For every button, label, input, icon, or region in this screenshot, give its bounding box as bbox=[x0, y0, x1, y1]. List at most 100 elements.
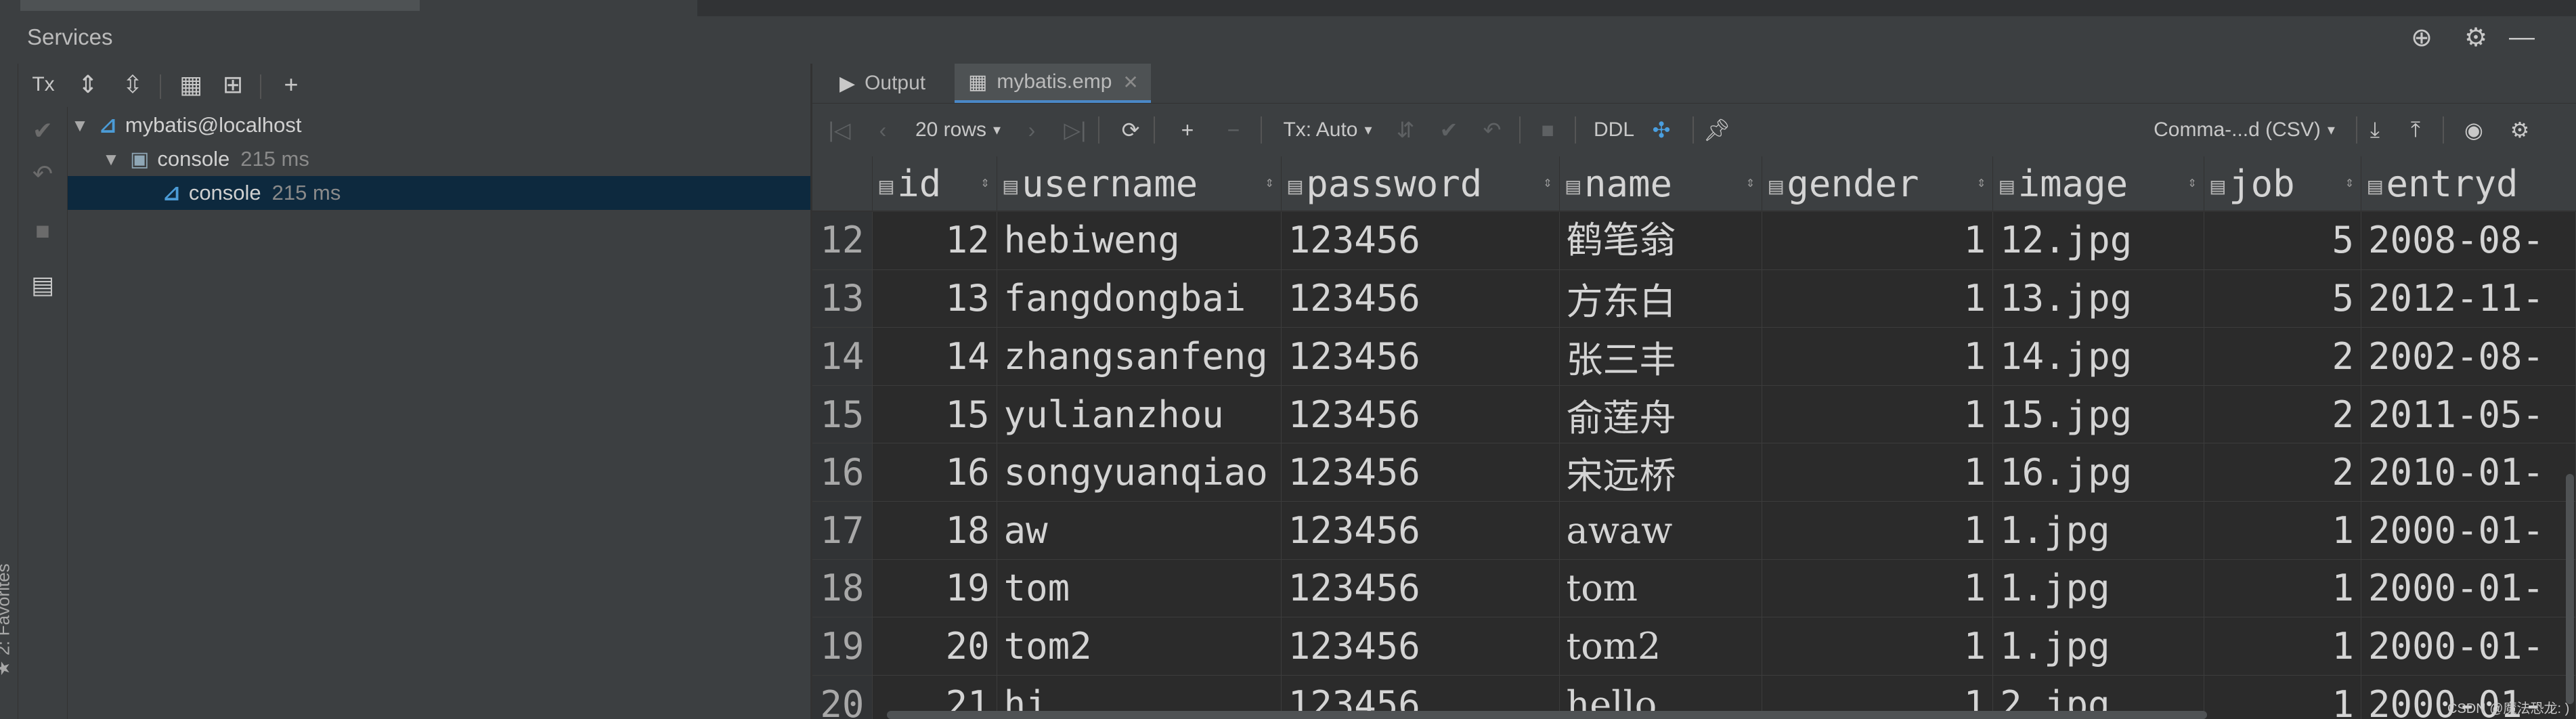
cell-id[interactable]: 16 bbox=[872, 443, 997, 502]
cell-gender[interactable]: 1 bbox=[1762, 443, 1994, 502]
add-icon[interactable]: + bbox=[274, 68, 309, 102]
cell-job[interactable]: 5 bbox=[2204, 211, 2361, 270]
cell-entrydate[interactable]: 2000-01- bbox=[2361, 617, 2576, 676]
tx-button[interactable]: Tx bbox=[26, 68, 61, 102]
sort-icon[interactable]: ⇕ bbox=[1543, 174, 1552, 191]
view-icon[interactable]: ◉ bbox=[2459, 108, 2489, 152]
cell-entrydate[interactable]: 2008-08- bbox=[2361, 211, 2576, 270]
crosshair-icon[interactable]: ⊕ bbox=[2405, 20, 2439, 54]
group-by-icon[interactable]: ▦ bbox=[173, 68, 209, 102]
cell-gender[interactable]: 1 bbox=[1762, 559, 1994, 618]
rows-select[interactable]: 20 rows ▾ bbox=[907, 108, 1009, 152]
minimize-icon[interactable]: — bbox=[2505, 20, 2539, 54]
import-icon[interactable]: ⤒ bbox=[2401, 108, 2430, 152]
cell-image[interactable]: 1.jpg bbox=[1992, 501, 2204, 560]
cell-name[interactable]: 俞莲舟 bbox=[1559, 385, 1762, 444]
cell-job[interactable]: 2 bbox=[2204, 443, 2361, 502]
layout-icon[interactable]: ▤ bbox=[26, 268, 60, 302]
tree-item-console-group[interactable]: ▼ ▣ console 215 ms bbox=[68, 142, 810, 176]
tx-mode-select[interactable]: Tx: Auto ▾ bbox=[1277, 108, 1378, 152]
table-row[interactable]: 13 13 fangdongbai 123456 方东白 1 13.jpg 5 2012-11- bbox=[812, 269, 2576, 328]
cell-username[interactable]: tom2 bbox=[997, 617, 1282, 676]
sort-icon[interactable]: ⇕ bbox=[1977, 174, 1986, 191]
delete-row-icon[interactable]: − bbox=[1219, 108, 1248, 152]
cell-name[interactable]: 方东白 bbox=[1559, 269, 1762, 328]
submit-changes-icon[interactable]: ⇵ bbox=[1391, 108, 1420, 152]
cell-id[interactable]: 12 bbox=[872, 211, 997, 270]
sort-icon[interactable]: ⇕ bbox=[2187, 174, 2196, 191]
cell-image[interactable]: 16.jpg bbox=[1992, 443, 2204, 502]
cell-gender[interactable]: 1 bbox=[1762, 385, 1994, 444]
cell-gender[interactable]: 1 bbox=[1762, 211, 1994, 270]
tab-output[interactable]: ▶ Output bbox=[826, 64, 941, 103]
column-header-name[interactable]: ▤ name ⇕ bbox=[1559, 156, 1762, 212]
cell-password[interactable]: 123456 bbox=[1281, 385, 1560, 444]
column-header-id[interactable]: ▤ id ⇕ bbox=[872, 156, 997, 212]
table-row[interactable]: 19 20 tom2 123456 tom2 1 1.jpg 1 2000-01- bbox=[812, 617, 2576, 676]
cell-id[interactable]: 18 bbox=[872, 501, 997, 560]
cell-id[interactable]: 15 bbox=[872, 385, 997, 444]
cell-name[interactable]: 宋远桥 bbox=[1559, 443, 1762, 502]
cell-name[interactable]: 张三丰 bbox=[1559, 327, 1762, 386]
cell-username[interactable]: aw bbox=[997, 501, 1282, 560]
table-row[interactable]: 14 14 zhangsanfeng 123456 张三丰 1 14.jpg 2 2002-08… bbox=[812, 327, 2576, 386]
close-icon[interactable]: ✕ bbox=[1122, 71, 1138, 93]
gear-icon[interactable]: ⚙ bbox=[2459, 20, 2493, 54]
cell-entrydate[interactable]: 2010-01- bbox=[2361, 443, 2576, 502]
table-row[interactable]: 18 19 tom 123456 tom 1 1.jpg 1 2000-01- bbox=[812, 559, 2576, 618]
cell-name[interactable]: tom2 bbox=[1559, 617, 1762, 676]
cell-username[interactable]: yulianzhou bbox=[997, 385, 1282, 444]
cell-id[interactable]: 19 bbox=[872, 559, 997, 618]
table-row[interactable]: 12 12 hebiweng 123456 鹤笔翁 1 12.jpg 5 2008-08- bbox=[812, 211, 2576, 270]
table-row[interactable]: 16 16 songyuanqiao 123456 宋远桥 1 16.jpg 2 2010-01… bbox=[812, 443, 2576, 502]
cell-name[interactable]: awaw bbox=[1559, 501, 1762, 560]
column-header-password[interactable]: ▤ password ⇕ bbox=[1281, 156, 1560, 212]
cell-id[interactable]: 20 bbox=[872, 617, 997, 676]
cell-password[interactable]: 123456 bbox=[1281, 269, 1560, 328]
cell-username[interactable]: hebiweng bbox=[997, 211, 1282, 270]
cell-password[interactable]: 123456 bbox=[1281, 559, 1560, 618]
stop-icon[interactable]: ■ bbox=[1533, 108, 1563, 152]
sort-icon[interactable]: ⇕ bbox=[1265, 174, 1274, 191]
tree-item-datasource[interactable]: ▼ ⊿ mybatis@localhost bbox=[68, 108, 810, 142]
last-page-icon[interactable]: ▷| bbox=[1060, 108, 1090, 152]
sort-icon[interactable]: ⇕ bbox=[1746, 174, 1755, 191]
favorites-tab[interactable]: ★ 2: Favorites bbox=[0, 563, 14, 676]
cell-entrydate[interactable]: 2000-01- bbox=[2361, 559, 2576, 618]
refresh-icon[interactable]: ⟳ bbox=[1116, 108, 1145, 152]
table-row[interactable]: 17 18 aw 123456 awaw 1 1.jpg 1 2000-01- bbox=[812, 501, 2576, 560]
pin-icon[interactable]: 📌︎ bbox=[1702, 108, 1732, 152]
settings-icon[interactable]: ⚙ bbox=[2505, 108, 2535, 152]
compare-icon[interactable]: ✣ bbox=[1646, 108, 1676, 152]
cell-job[interactable]: 2 bbox=[2204, 385, 2361, 444]
cell-password[interactable]: 123456 bbox=[1281, 327, 1560, 386]
cell-entrydate[interactable]: 2002-08- bbox=[2361, 327, 2576, 386]
sort-icon[interactable]: ⇕ bbox=[980, 174, 989, 191]
cell-gender[interactable]: 1 bbox=[1762, 617, 1994, 676]
cell-job[interactable]: 1 bbox=[2204, 501, 2361, 560]
horizontal-scrollbar[interactable] bbox=[887, 711, 2207, 719]
new-service-icon[interactable]: ⊞ bbox=[215, 68, 250, 102]
cell-image[interactable]: 1.jpg bbox=[1992, 617, 2204, 676]
cell-id[interactable]: 13 bbox=[872, 269, 997, 328]
cell-image[interactable]: 1.jpg bbox=[1992, 559, 2204, 618]
tab-mybatis-emp[interactable]: ▦ mybatis.emp ✕ bbox=[955, 64, 1151, 103]
first-page-icon[interactable]: |◁ bbox=[825, 108, 854, 152]
expand-arrow-icon[interactable]: ▼ bbox=[99, 149, 123, 170]
cell-password[interactable]: 123456 bbox=[1281, 211, 1560, 270]
cell-image[interactable]: 14.jpg bbox=[1992, 327, 2204, 386]
cell-id[interactable]: 14 bbox=[872, 327, 997, 386]
column-header-username[interactable]: ▤ username ⇕ bbox=[997, 156, 1282, 212]
cell-name[interactable]: 鹤笔翁 bbox=[1559, 211, 1762, 270]
cell-name[interactable]: tom bbox=[1559, 559, 1762, 618]
column-header-entrydate[interactable]: ▤ entryd bbox=[2361, 156, 2576, 212]
cell-username[interactable]: fangdongbai bbox=[997, 269, 1282, 328]
collapse-all-icon[interactable]: ⇳ bbox=[115, 68, 150, 102]
cell-job[interactable]: 1 bbox=[2204, 559, 2361, 618]
commit-icon[interactable]: ✔ bbox=[26, 114, 60, 148]
cell-job[interactable]: 1 bbox=[2204, 675, 2361, 719]
cell-job[interactable]: 2 bbox=[2204, 327, 2361, 386]
column-header-gender[interactable]: ▤ gender ⇕ bbox=[1762, 156, 1994, 212]
ddl-button[interactable]: DDL bbox=[1587, 108, 1641, 152]
column-header-job[interactable]: ▤ job ⇕ bbox=[2204, 156, 2361, 212]
